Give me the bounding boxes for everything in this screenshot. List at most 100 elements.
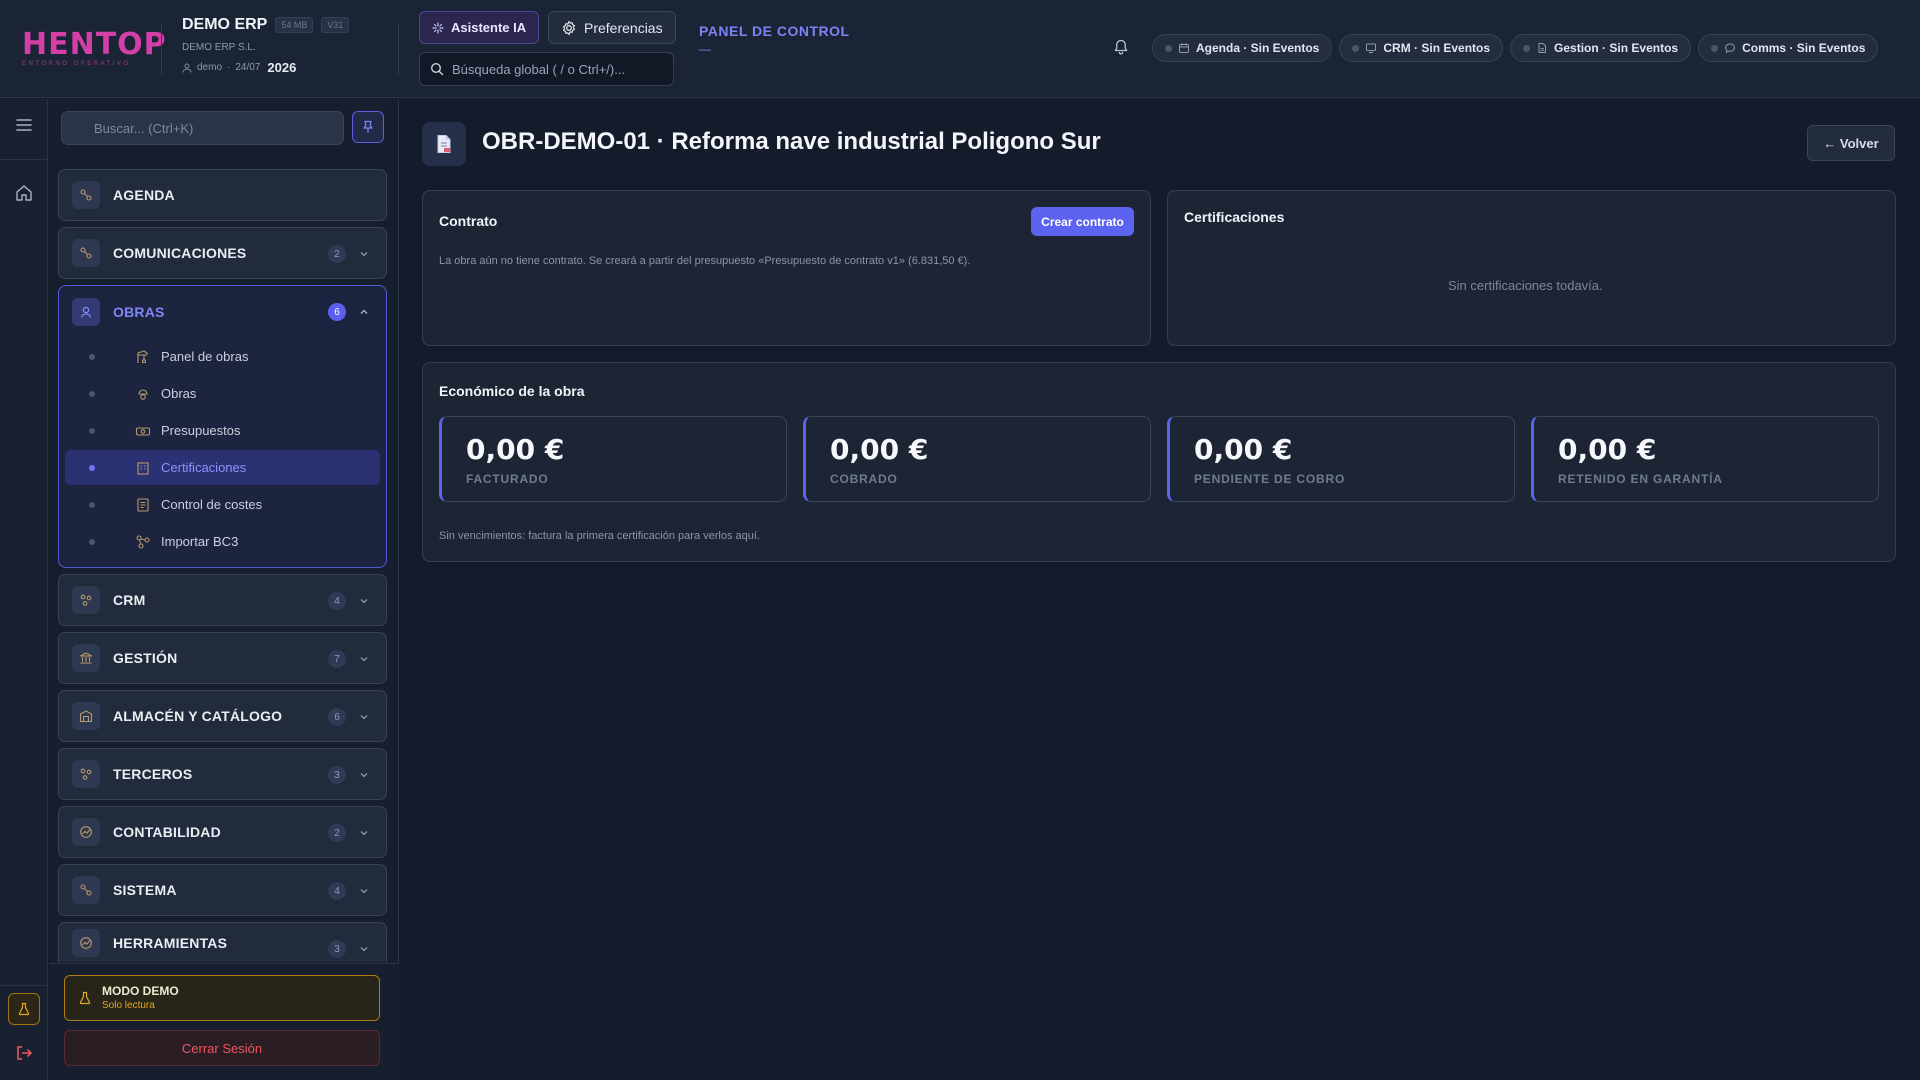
section-count-badge: 4 [328, 592, 346, 610]
gestion-events-pill[interactable]: Gestion · Sin Eventos [1510, 34, 1692, 62]
comms-events-pill[interactable]: Comms · Sin Eventos [1698, 34, 1879, 62]
demo-mode-rail-button[interactable] [8, 993, 40, 1025]
sidebar-item-presupuestos[interactable]: Presupuestos [65, 413, 380, 448]
header-divider [161, 24, 162, 74]
item-label: Importar BC3 [161, 534, 239, 549]
sidebar-item-panel-de-obras[interactable]: Panel de obras [65, 339, 380, 374]
sidebar-item-obras[interactable]: Obras [65, 376, 380, 411]
logout-button[interactable]: Cerrar Sesión [64, 1030, 380, 1066]
worker-icon [80, 306, 92, 318]
demo-mode-subtitle: Solo lectura [102, 1000, 155, 1011]
section-count-badge: 3 [328, 940, 346, 958]
preferences-button[interactable]: Preferencias [548, 11, 676, 44]
economic-note: Sin vencimientos: factura la primera cer… [439, 530, 760, 542]
metric-label: COBRADO [830, 472, 898, 486]
chevron-down-icon [360, 252, 368, 257]
sidebar-section-comunicaciones[interactable]: COMUNICACIONES 2 [58, 227, 387, 279]
section-label: CRM [113, 592, 146, 608]
logout-icon[interactable] [14, 1043, 34, 1063]
version-badge: V31 [321, 17, 350, 33]
sidebar-search-input[interactable] [94, 120, 324, 136]
panel-subtitle: — [699, 42, 711, 56]
chart-icon [80, 826, 92, 838]
item-label: Control de costes [161, 497, 263, 512]
page-title: OBR-DEMO-01 · Reforma nave industrial Po… [482, 128, 1101, 155]
create-contract-button[interactable]: Crear contrato [1031, 207, 1134, 236]
agenda-events-pill[interactable]: Agenda · Sin Eventos [1152, 34, 1333, 62]
crane-icon [137, 350, 149, 363]
metric-pendiente-de-cobro: 0,00 € PENDIENTE DE COBRO [1167, 416, 1515, 502]
menu-icon[interactable] [14, 115, 34, 135]
search-icon [430, 62, 444, 76]
nodes-icon [80, 247, 92, 259]
sidebar-item-control-de-costes[interactable]: Control de costes [65, 487, 380, 522]
sidebar-section-terceros[interactable]: TERCEROS 3 [58, 748, 387, 800]
separator-dot: · [227, 62, 231, 73]
building-icon [137, 462, 149, 475]
ai-assistant-button[interactable]: Asistente IA [419, 11, 540, 44]
sidebar-section-herramientas[interactable]: HERRAMIENTAS 3 [58, 922, 387, 962]
status-dot [1165, 44, 1172, 52]
sidebar-section-gestion[interactable]: GESTIÓN 7 [58, 632, 387, 684]
size-badge: 54 MB [275, 17, 314, 33]
sparkle-icon [432, 21, 444, 34]
chevron-down-icon [360, 657, 368, 662]
metric-value: 0,00 € [466, 433, 565, 466]
crm-events-pill[interactable]: CRM · Sin Eventos [1339, 34, 1504, 62]
chevron-up-icon[interactable] [358, 306, 370, 318]
pin-icon [363, 120, 373, 133]
sidebar-section-contabilidad[interactable]: CONTABILIDAD 2 [58, 806, 387, 858]
nodes-icon [80, 884, 92, 896]
section-count-badge: 2 [328, 824, 346, 842]
global-search-input[interactable] [452, 61, 652, 77]
metric-cobrado: 0,00 € COBRADO [803, 416, 1151, 502]
section-count-badge: 2 [328, 245, 346, 263]
network-icon [80, 594, 92, 606]
rail-divider [0, 985, 48, 986]
status-dot [1523, 44, 1531, 52]
bell-icon[interactable] [1112, 38, 1130, 56]
global-search-box[interactable] [419, 52, 674, 86]
section-label: SISTEMA [113, 882, 177, 898]
section-icon [72, 928, 100, 957]
logo-subtitle: ENTORNO OPERATIVO [22, 61, 131, 67]
document-icon [437, 135, 451, 153]
sidebar-section-sistema[interactable]: SISTEMA 4 [58, 864, 387, 916]
item-dot [89, 502, 95, 508]
sidebar-section-obras: OBRAS 6 Panel de obras Obras Presupuesto… [58, 285, 387, 568]
sidebar-section-crm[interactable]: CRM 4 [58, 574, 387, 626]
section-label: ALMACÉN Y CATÁLOGO [113, 708, 283, 724]
chart-icon [80, 936, 92, 949]
home-icon[interactable] [14, 183, 34, 203]
chevron-down-icon [360, 715, 368, 720]
page-icon [422, 122, 466, 166]
item-label: Certificaciones [161, 460, 247, 475]
current-date: 24/07 [235, 62, 261, 73]
ai-assistant-label: Asistente IA [451, 20, 527, 35]
section-label: HERRAMIENTAS [113, 934, 228, 951]
sidebar-section-agenda[interactable]: AGENDA [58, 169, 387, 221]
app-logo[interactable]: HENTOP ENTORNO OPERATIVO [22, 30, 166, 68]
sidebar-section-almacen[interactable]: ALMACÉN Y CATÁLOGO 6 [58, 690, 387, 742]
pin-button[interactable] [352, 111, 384, 143]
item-dot [89, 539, 95, 545]
section-count-badge: 4 [328, 882, 346, 900]
warehouse-icon [79, 710, 93, 723]
crm-events-label: CRM · Sin Eventos [1383, 41, 1491, 55]
sidebar-item-importar-bc3[interactable]: Importar BC3 [65, 524, 380, 559]
flask-icon [18, 1002, 30, 1016]
metric-label: RETENIDO EN GARANTÍA [1558, 472, 1723, 486]
back-button[interactable]: ← Volver [1807, 125, 1895, 161]
header-divider [398, 24, 399, 74]
event-pills: Agenda · Sin Eventos CRM · Sin Eventos G… [1152, 34, 1879, 62]
contract-empty-text: La obra aún no tiene contrato. Se creará… [439, 255, 971, 267]
company-name: DEMO ERP S.L. [182, 42, 256, 53]
chevron-down-icon [360, 831, 368, 836]
monitor-icon [1366, 43, 1377, 53]
gear-icon [563, 20, 575, 35]
section-count-badge: 3 [328, 766, 346, 784]
sidebar-search[interactable] [61, 111, 344, 145]
sidebar-section-obras-header[interactable]: OBRAS [72, 298, 165, 326]
section-icon [72, 586, 100, 614]
sidebar-item-certificaciones[interactable]: Certificaciones [65, 450, 380, 485]
